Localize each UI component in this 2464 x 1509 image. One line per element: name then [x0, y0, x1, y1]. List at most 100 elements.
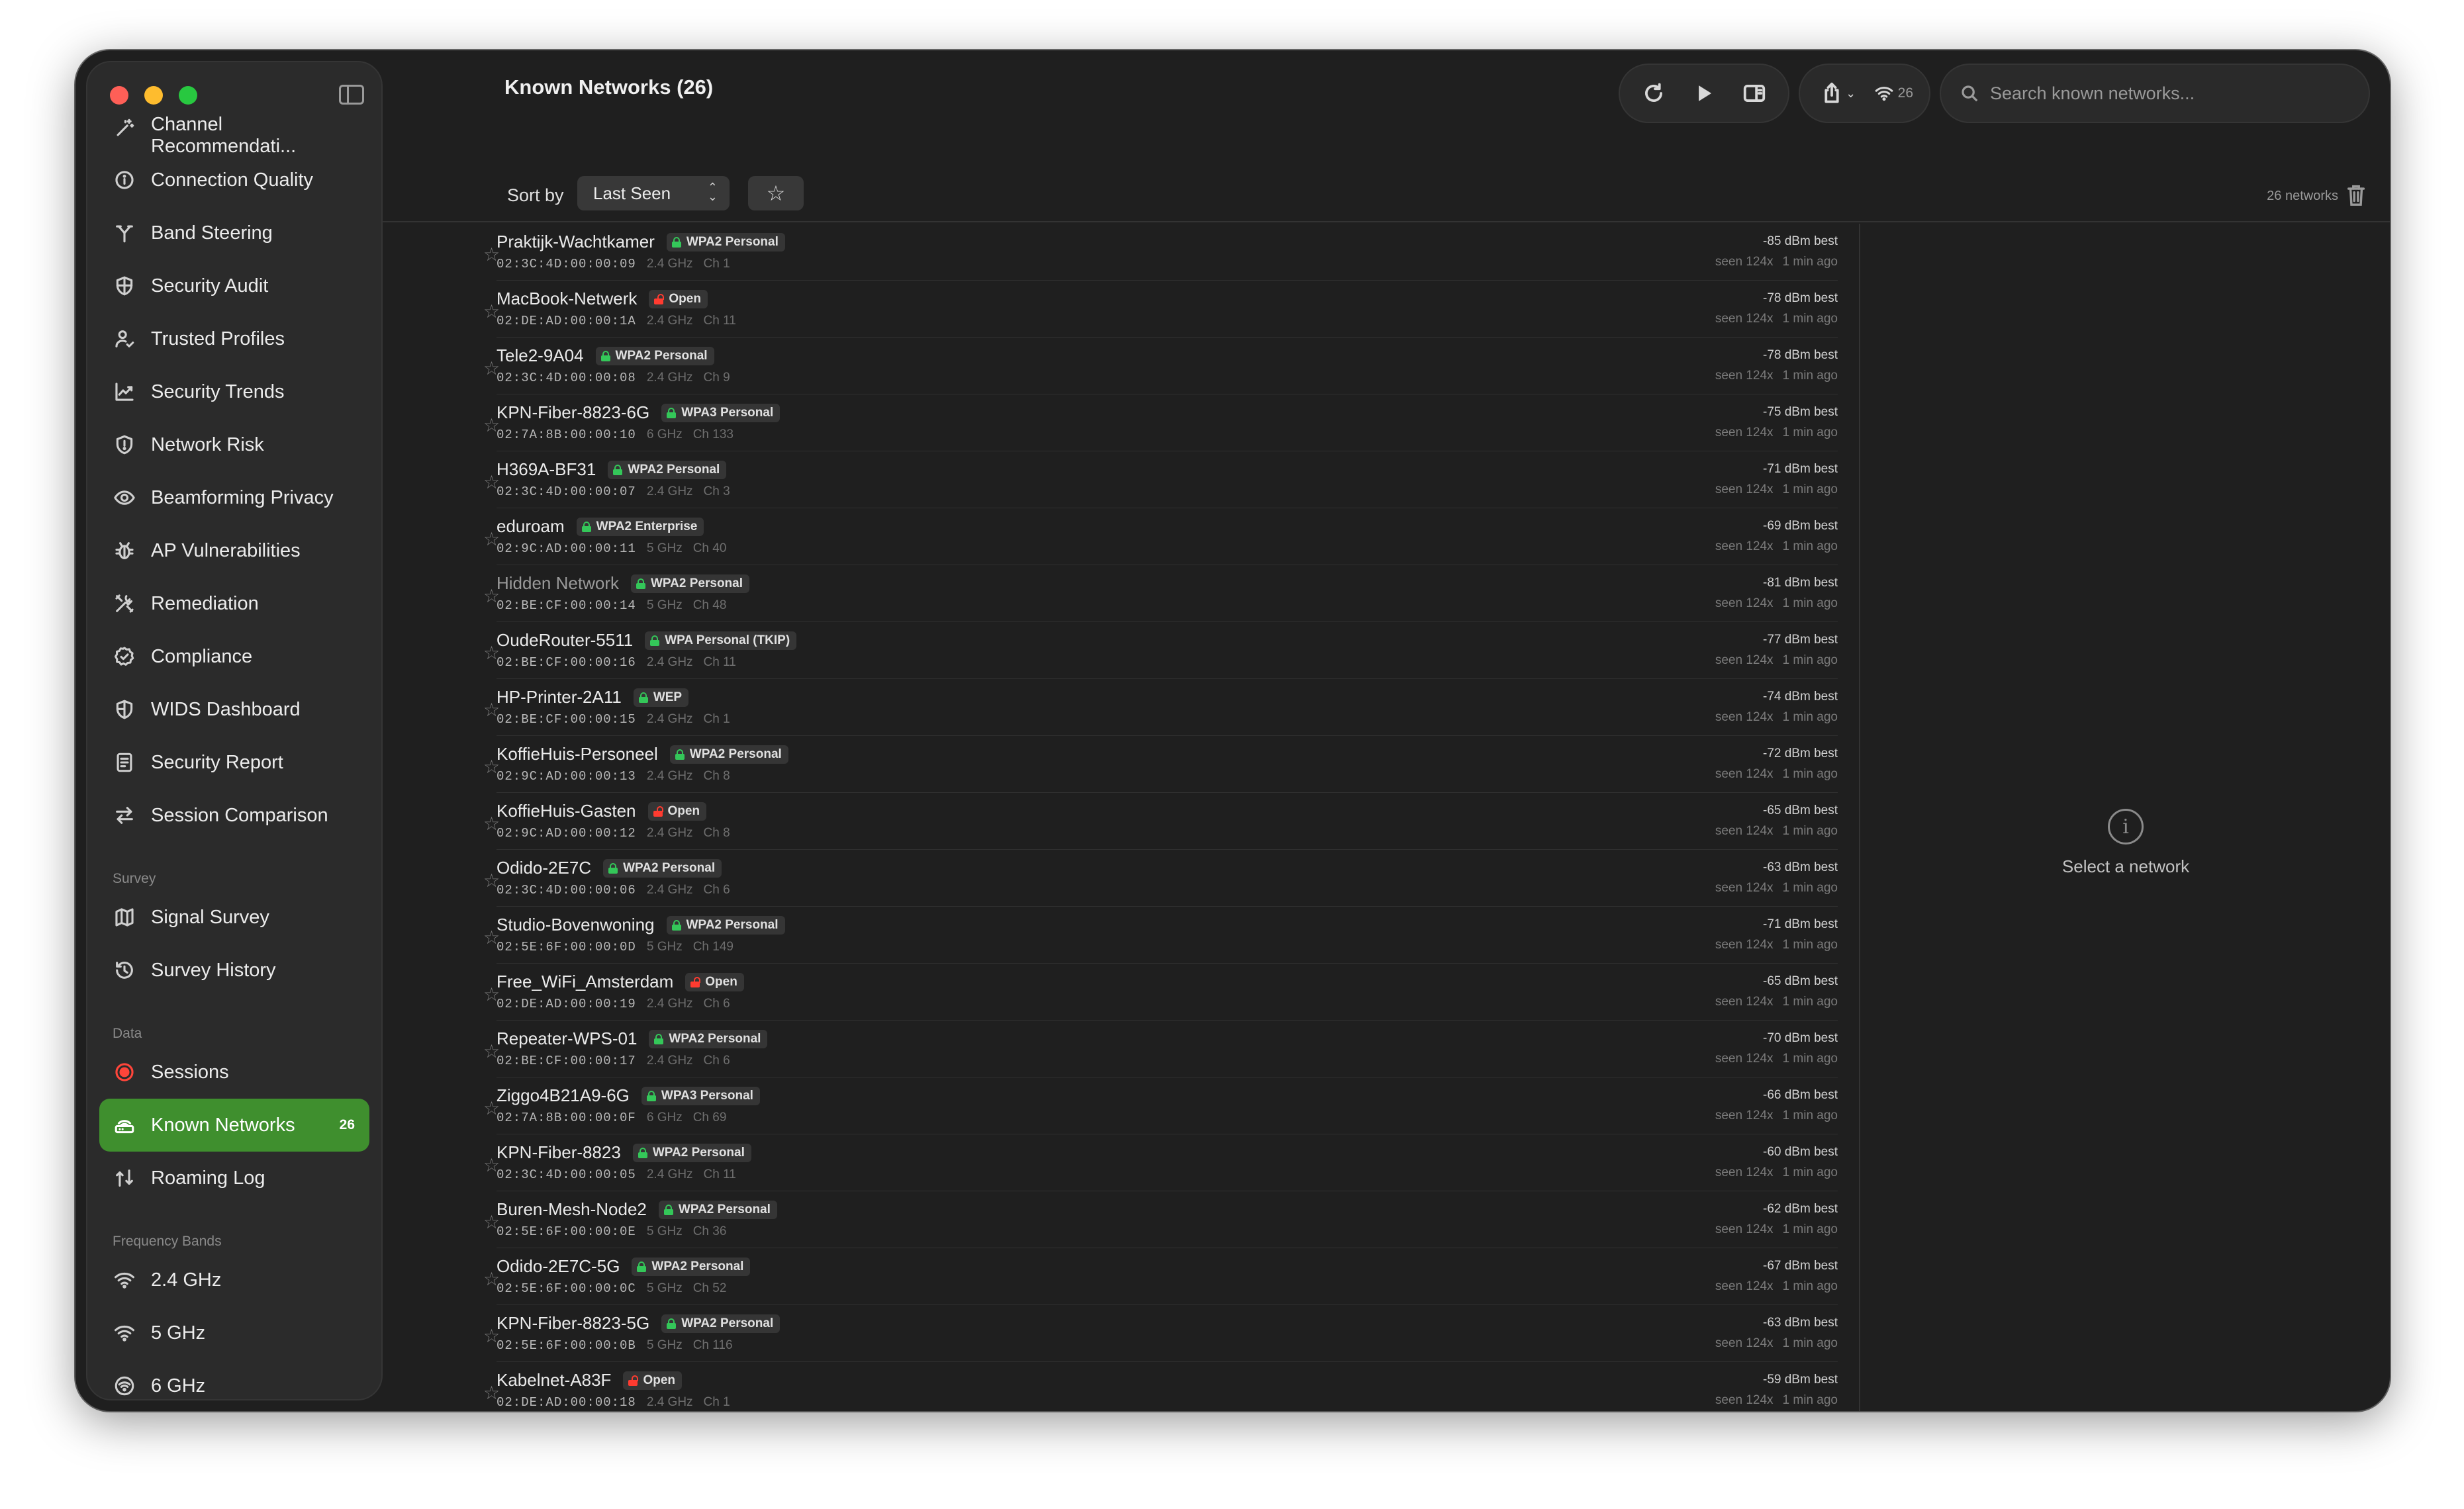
- network-row[interactable]: ☆ Repeater-WPS-01 WPA2 Personal 02:BE:CF:00…: [483, 1021, 1838, 1077]
- network-row[interactable]: ☆ Free_WiFi_Amsterdam Open 02:DE:AD:00:00:1…: [483, 964, 1838, 1021]
- network-row[interactable]: ☆ KoffieHuis-Personeel WPA2 Personal 02:9C:…: [483, 736, 1838, 793]
- sidebar-item-label: Security Report: [151, 751, 283, 773]
- sidebar-toggle-icon[interactable]: [339, 85, 364, 105]
- network-row[interactable]: ☆ Odido-2E7C WPA2 Personal 02:3C:4D:00:00:0…: [483, 850, 1838, 907]
- network-band: 2.4 GHz: [646, 484, 693, 498]
- network-row[interactable]: ☆ KPN-Fiber-8823-5G WPA2 Personal 02:5E:6F:…: [483, 1305, 1838, 1362]
- network-row[interactable]: ☆ Tele2-9A04 WPA2 Personal 02:3C:4D:00:00:0…: [483, 338, 1838, 394]
- security-type: WEP: [653, 690, 683, 704]
- sidebar-item-6-ghz[interactable]: 6 GHz: [99, 1359, 369, 1399]
- network-seen-info: seen 124x 1 min ago: [1715, 426, 1838, 440]
- network-seen-count: seen 124x: [1715, 1393, 1774, 1407]
- lock-icon: [663, 1204, 673, 1215]
- network-row[interactable]: ☆ Odido-2E7C-5G WPA2 Personal 02:5E:6F:00:0…: [483, 1248, 1838, 1305]
- sidebar-item-compliance[interactable]: Compliance: [99, 630, 369, 683]
- start-scan-button[interactable]: [1682, 71, 1726, 115]
- sidebar-item-known-networks[interactable]: Known Networks 26: [99, 1099, 369, 1152]
- sort-select[interactable]: Last Seen ⌃ ⌄: [577, 176, 730, 210]
- section-label-frequency-bands: Frequency Bands: [113, 1234, 222, 1249]
- network-details: 02:3C:4D:00:00:08 2.4 GHz Ch 9: [497, 371, 730, 385]
- sidebar-item-remediation[interactable]: Remediation: [99, 577, 369, 630]
- network-seen-info: seen 124x 1 min ago: [1715, 539, 1838, 554]
- network-seen-count: seen 124x: [1715, 938, 1774, 952]
- network-row[interactable]: ☆ eduroam WPA2 Enterprise 02:9C:AD:00:00:11…: [483, 508, 1838, 565]
- sidebar-item-wids-dashboard[interactable]: WIDS Dashboard: [99, 683, 369, 736]
- network-row[interactable]: ☆ Hidden Network WPA2 Personal 02:BE:CF:00:…: [483, 565, 1838, 622]
- chart-line-icon: [115, 383, 134, 401]
- person-check-icon: [115, 330, 134, 347]
- window-controls: [110, 86, 197, 105]
- network-row[interactable]: ☆ KoffieHuis-Gasten Open 02:9C:AD:00:00:12 2…: [483, 793, 1838, 850]
- network-row[interactable]: ☆ Studio-Bovenwoning WPA2 Personal 02:5E:6F…: [483, 907, 1838, 964]
- sidebar-item-roaming-log[interactable]: Roaming Log: [99, 1152, 369, 1205]
- sidebar-item-security-trends[interactable]: Security Trends: [99, 365, 369, 418]
- sidebar-item-trusted-profiles[interactable]: Trusted Profiles: [99, 312, 369, 365]
- sidebar-item-sessions[interactable]: Sessions: [99, 1046, 369, 1099]
- network-best-rssi: -59 dBm best: [1763, 1373, 1838, 1387]
- sidebar-item-band-steering[interactable]: Band Steering: [99, 206, 369, 259]
- network-details: 02:3C:4D:00:00:06 2.4 GHz Ch 6: [497, 883, 730, 897]
- favorites-filter-button[interactable]: ☆: [748, 176, 804, 210]
- sidebar-item-beamforming-privacy[interactable]: Beamforming Privacy: [99, 471, 369, 524]
- network-row[interactable]: ☆ H369A-BF31 WPA2 Personal 02:3C:4D:00:00:0…: [483, 451, 1838, 508]
- clear-networks-button[interactable]: [2346, 184, 2366, 210]
- zoom-window-button[interactable]: [179, 86, 197, 105]
- network-seen-count: seen 124x: [1715, 1222, 1774, 1236]
- sidebar-item-ap-vulnerabilities[interactable]: AP Vulnerabilities: [99, 524, 369, 577]
- network-seen-count: seen 124x: [1715, 482, 1774, 496]
- network-band: 5 GHz: [646, 1281, 683, 1295]
- security-badge: WPA2 Personal: [632, 1143, 751, 1162]
- network-row[interactable]: ☆ KPN-Fiber-8823-6G WPA3 Personal 02:7A:8B:…: [483, 394, 1838, 451]
- network-row[interactable]: ☆ KPN-Fiber-8823 WPA2 Personal 02:3C:4D:00:…: [483, 1134, 1838, 1191]
- sidebar-item-5-ghz[interactable]: 5 GHz: [99, 1306, 369, 1359]
- sidebar-item-security-audit[interactable]: Security Audit: [99, 259, 369, 312]
- sidebar-item-survey-history[interactable]: Survey History: [99, 944, 369, 997]
- network-row[interactable]: ☆ HP-Printer-2A11 WEP 02:BE:CF:00:00:15 2.4 …: [483, 679, 1838, 736]
- network-row[interactable]: ☆ Praktijk-Wachtkamer WPA2 Personal 02:3C:4…: [483, 224, 1838, 281]
- refresh-button[interactable]: [1632, 71, 1676, 115]
- network-bssid: 02:9C:AD:00:00:12: [497, 826, 636, 841]
- network-band: 2.4 GHz: [646, 997, 693, 1011]
- network-details: 02:DE:AD:00:00:19 2.4 GHz Ch 6: [497, 997, 730, 1011]
- search-field[interactable]: [1940, 64, 2370, 123]
- close-window-button[interactable]: [110, 86, 128, 105]
- security-badge: Open: [647, 801, 707, 821]
- sidebar-item-channel-recommendati[interactable]: Channel Recommendati...: [99, 114, 369, 157]
- sidebar-item-2-4-ghz[interactable]: 2.4 GHz: [99, 1254, 369, 1306]
- sidebar-item-security-report[interactable]: Security Report: [99, 736, 369, 789]
- wifi-status-button[interactable]: 26: [1870, 71, 1917, 115]
- network-row[interactable]: ☆ MacBook-Netwerk Open 02:DE:AD:00:00:1A 2.4…: [483, 281, 1838, 338]
- detail-empty-state: i Select a network: [1862, 809, 2390, 877]
- search-input[interactable]: [1990, 83, 2334, 104]
- network-best-rssi: -70 dBm best: [1763, 1031, 1838, 1045]
- network-band: 2.4 GHz: [646, 314, 693, 328]
- network-details: 02:5E:6F:00:00:0C 5 GHz Ch 52: [497, 1281, 726, 1296]
- network-ssid: MacBook-Netwerk: [497, 289, 638, 308]
- share-icon: [1824, 82, 1839, 103]
- security-badge: WPA2 Personal: [649, 1029, 768, 1048]
- minimize-window-button[interactable]: [144, 86, 163, 105]
- sidebar-item-session-comparison[interactable]: Session Comparison: [99, 789, 369, 842]
- network-best-rssi: -77 dBm best: [1763, 633, 1838, 647]
- sidebar-item-label: Known Networks: [151, 1114, 295, 1136]
- eye-icon: [114, 490, 135, 505]
- sidebar-item-icon: [113, 1268, 136, 1292]
- network-details: 02:3C:4D:00:00:09 2.4 GHz Ch 1: [497, 257, 730, 271]
- sidebar-item-connection-quality[interactable]: Connection Quality: [99, 154, 369, 206]
- toggle-inspector-button[interactable]: [1732, 71, 1776, 115]
- gauge-icon: [115, 171, 134, 189]
- bug-icon: [115, 542, 134, 559]
- network-row[interactable]: ☆ Kabelnet-A83F Open 02:DE:AD:00:00:18 2.4 G…: [483, 1362, 1838, 1411]
- export-menu-button[interactable]: ⌄: [1812, 71, 1864, 115]
- sidebar-item-label: Survey History: [151, 959, 276, 981]
- tools-icon: [115, 594, 134, 613]
- network-last-seen: 1 min ago: [1782, 1393, 1838, 1407]
- network-row[interactable]: ☆ OudeRouter-5511 WPA Personal (TKIP) 02:BE…: [483, 622, 1838, 679]
- network-row[interactable]: ☆ Ziggo4B21A9-6G WPA3 Personal 02:7A:8B:00:…: [483, 1077, 1838, 1134]
- network-row[interactable]: ☆ Buren-Mesh-Node2 WPA2 Personal 02:5E:6F:0…: [483, 1191, 1838, 1248]
- lock-icon: [581, 521, 591, 532]
- sort-select-value: Last Seen: [593, 183, 671, 203]
- network-seen-info: seen 124x 1 min ago: [1715, 369, 1838, 383]
- sidebar-item-signal-survey[interactable]: Signal Survey: [99, 891, 369, 944]
- sidebar-item-network-risk[interactable]: Network Risk: [99, 418, 369, 471]
